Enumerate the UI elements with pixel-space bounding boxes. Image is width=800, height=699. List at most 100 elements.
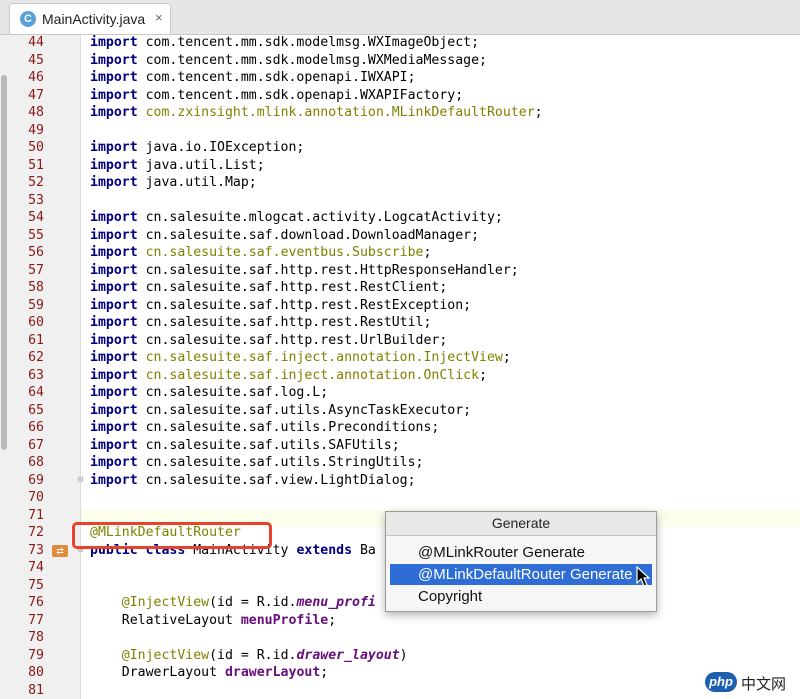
code-token: import [90,245,138,260]
code-line[interactable]: 47 import com.tencent.mm.sdk.openapi.WXAP… [0,87,800,105]
code-line[interactable]: 80 DrawerLayout drawerLayout; [0,664,800,682]
code-line[interactable]: 65 import cn.salesuite.saf.utils.AsyncTas… [0,402,800,420]
code-token: RelativeLayout [90,612,241,628]
code-token: com.zxinsight.mlink.annotation.MLinkDefa… [145,105,535,120]
code-text: import cn.salesuite.saf.view.LightDialog… [90,472,416,490]
code-token: cn.salesuite.saf.view.LightDialog; [137,472,416,488]
menu-item-copyright[interactable]: Copyright [390,586,652,607]
line-number: 58 [28,280,44,295]
code-line[interactable]: 44 import com.tencent.mm.sdk.modelmsg.WXI… [0,34,800,52]
code-token: drawer_layout [296,647,400,663]
code-line[interactable]: 46 import com.tencent.mm.sdk.openapi.IWXA… [0,69,800,87]
line-number: 49 [28,122,44,138]
code-token: drawerLayout [224,665,321,680]
code-text: import cn.salesuite.saf.eventbus.Subscri… [90,244,431,262]
line-number: 59 [28,297,44,313]
menu-item-mlinkrouter-generate[interactable]: @MLinkRouter Generate [390,542,652,563]
code-text: import cn.salesuite.saf.utils.SAFUtils; [90,437,400,455]
popup-title: Generate [386,512,656,536]
code-line[interactable]: 51 import java.util.List; [0,157,800,175]
line-number: 50 [28,140,44,155]
line-number: 75 [28,577,44,593]
line-number: 54 [28,210,44,225]
code-token: com.tencent.mm.sdk.openapi.IWXAPI; [137,70,416,85]
code-token: import [90,140,138,155]
code-token: import [90,70,138,85]
code-token: import [90,157,138,173]
code-text: RelativeLayout menuProfile; [90,612,336,630]
line-number: 62 [28,350,44,365]
code-token: ; [320,665,329,680]
code-token: com.tencent.mm.sdk.openapi.WXAPIFactory; [137,87,464,103]
code-line[interactable]: 53 [0,192,800,210]
line-number: 80 [28,665,44,680]
close-icon[interactable]: × [155,10,163,26]
code-text: @InjectView(id = R.id.drawer_layout) [90,647,408,665]
code-line[interactable]: 68 import cn.salesuite.saf.utils.StringUt… [0,454,800,472]
line-number: 60 [28,315,44,330]
code-token: Ba [352,542,376,558]
code-text: import cn.salesuite.saf.log.L; [90,384,328,402]
code-line[interactable]: 78 [0,629,800,647]
code-line[interactable]: 58 import cn.salesuite.saf.http.rest.Rest… [0,279,800,297]
code-line[interactable]: 63 import cn.salesuite.saf.inject.annotat… [0,367,800,385]
code-line[interactable]: 69 import cn.salesuite.saf.view.LightDial… [0,472,800,490]
line-number: 74 [28,560,44,575]
mouse-cursor-icon [636,566,650,587]
code-line[interactable]: 49 [0,122,800,140]
code-line[interactable]: 57 import cn.salesuite.saf.http.rest.Http… [0,262,800,280]
code-token: import [90,455,138,470]
line-number: 64 [28,385,44,400]
code-text: import java.util.List; [90,157,265,175]
code-line[interactable]: 62 import cn.salesuite.saf.inject.annotat… [0,349,800,367]
code-line[interactable]: 70 [0,489,800,507]
code-token: import [90,87,138,103]
code-token: cn.salesuite.saf.http.rest.RestUtil; [137,315,432,330]
implementation-gutter-icon[interactable]: ⇄ [52,545,68,557]
line-number: 66 [28,420,44,435]
line-number: 47 [28,87,44,103]
code-text: import com.tencent.mm.sdk.modelmsg.WXIma… [90,34,479,52]
code-token: cn.salesuite.saf.utils.StringUtils; [137,455,424,470]
code-token: cn.salesuite.saf.eventbus.Subscribe [145,245,424,260]
line-number: 63 [28,367,44,383]
tab-mainactivity[interactable]: C MainActivity.java × [9,3,171,34]
code-text: import cn.salesuite.saf.http.rest.RestEx… [90,297,471,315]
code-line[interactable]: 61 import cn.salesuite.saf.http.rest.UrlB… [0,332,800,350]
line-number: 57 [28,262,44,278]
code-line[interactable]: 77 RelativeLayout menuProfile; [0,612,800,630]
code-line[interactable]: 50 import java.io.IOException; [0,139,800,157]
line-number: 46 [28,70,44,85]
code-line[interactable]: 48 import com.zxinsight.mlink.annotation.… [0,104,800,122]
line-number: 51 [28,157,44,173]
code-token: ) [399,647,408,663]
code-token: import [90,297,138,313]
code-line[interactable]: 79 @InjectView(id = R.id.drawer_layout) [0,647,800,665]
code-line[interactable]: 81 [0,682,800,699]
site-watermark: php 中文网 [705,669,800,697]
line-number: 69 [28,472,44,488]
code-line[interactable]: 60 import cn.salesuite.saf.http.rest.Rest… [0,314,800,332]
code-line[interactable]: 54 import cn.salesuite.mlogcat.activity.L… [0,209,800,227]
code-token: com.tencent.mm.sdk.modelmsg.WXImageObjec… [137,35,480,50]
menu-item-mlinkdefaultrouter-generate[interactable]: @MLinkDefaultRouter Generate [390,564,652,585]
code-text: import cn.salesuite.saf.utils.StringUtil… [90,454,423,472]
code-text: import cn.salesuite.saf.http.rest.HttpRe… [90,262,519,280]
code-line[interactable]: 52 import java.util.Map; [0,174,800,192]
code-line[interactable]: 67 import cn.salesuite.saf.utils.SAFUtils… [0,437,800,455]
code-token: cn.salesuite.saf.http.rest.UrlBuilder; [137,332,448,348]
fold-marker-icon[interactable]: ⊟ [78,474,83,486]
code-line[interactable]: 56 import cn.salesuite.saf.eventbus.Subsc… [0,244,800,262]
code-token: import [90,367,138,383]
code-line[interactable]: 64 import cn.salesuite.saf.log.L; [0,384,800,402]
code-line[interactable]: 55 import cn.salesuite.saf.download.Downl… [0,227,800,245]
code-line[interactable]: 59 import cn.salesuite.saf.http.rest.Rest… [0,297,800,315]
code-token: @InjectView [121,647,210,663]
code-line[interactable]: 45 import com.tencent.mm.sdk.modelmsg.WXM… [0,52,800,70]
code-text: import cn.salesuite.mlogcat.activity.Log… [90,209,503,227]
code-text: import com.tencent.mm.sdk.openapi.WXAPIF… [90,87,463,105]
code-text: DrawerLayout drawerLayout; [90,664,328,682]
code-line[interactable]: 66 import cn.salesuite.saf.utils.Precondi… [0,419,800,437]
